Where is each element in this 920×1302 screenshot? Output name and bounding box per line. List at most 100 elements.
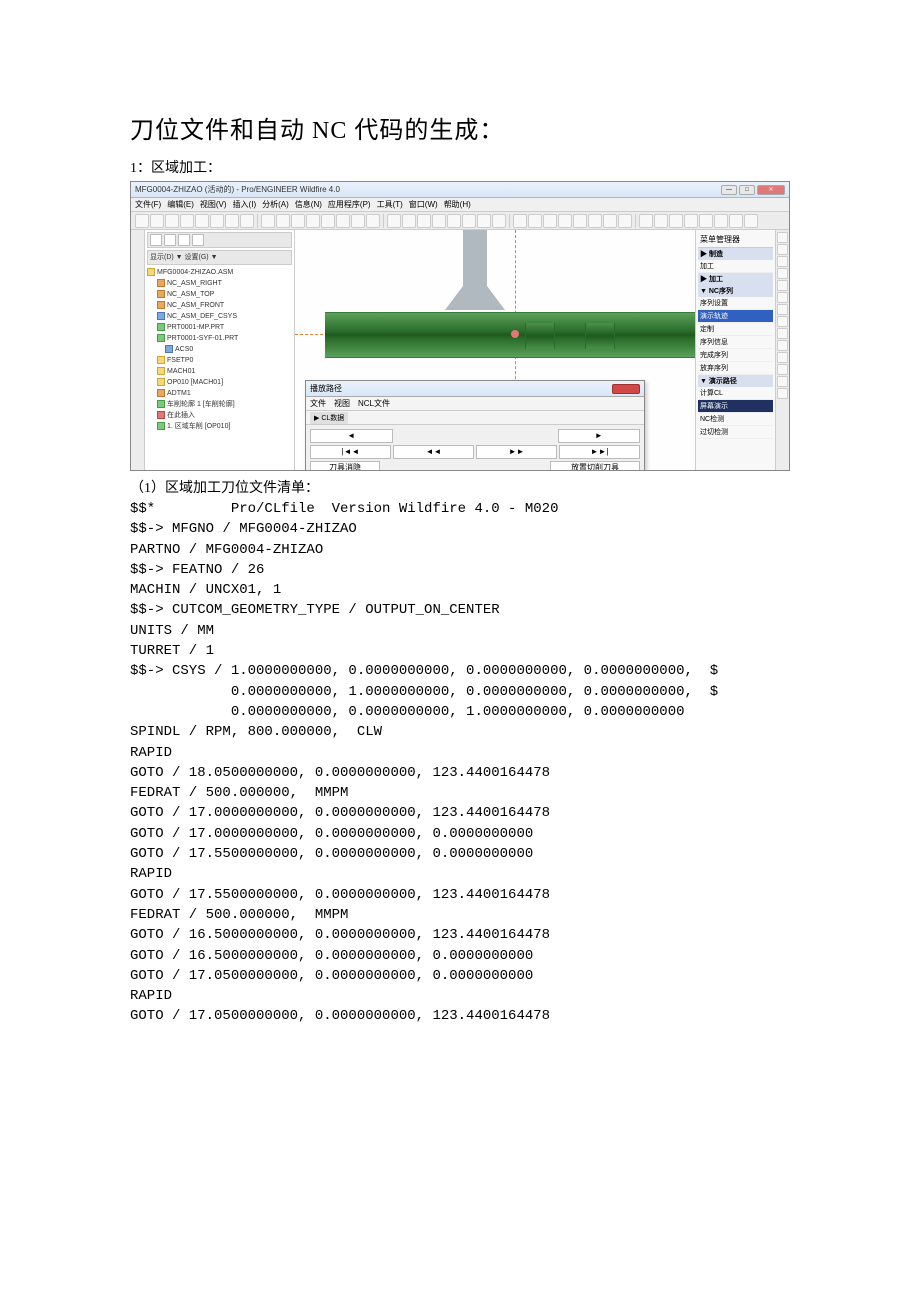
toolbar-button-6[interactable]: [225, 214, 239, 228]
toolbar-button-12[interactable]: [321, 214, 335, 228]
vtool-button-4[interactable]: [777, 280, 788, 291]
toolbar-button-35[interactable]: [684, 214, 698, 228]
vtool-button-13[interactable]: [777, 388, 788, 399]
tree-item-10[interactable]: OP010 [MACH01]: [147, 377, 292, 388]
vtool-button-11[interactable]: [777, 364, 788, 375]
menu-item-9[interactable]: 帮助(H): [444, 199, 471, 210]
toolbar-button-18[interactable]: [417, 214, 431, 228]
vtool-button-3[interactable]: [777, 268, 788, 279]
vtool-button-2[interactable]: [777, 256, 788, 267]
play-end-button[interactable]: ►►|: [559, 445, 640, 459]
toolbar-button-17[interactable]: [402, 214, 416, 228]
toolbar-button-37[interactable]: [714, 214, 728, 228]
tree-item-6[interactable]: PRT0001-SYF-01.PRT: [147, 333, 292, 344]
menu-item-0[interactable]: 文件(F): [135, 199, 161, 210]
toolbar-button-15[interactable]: [366, 214, 380, 228]
graphics-canvas[interactable]: 播放路径 文件 视图 NCL文件 ▶ CL数据 ◄ ►: [295, 230, 695, 470]
toolbar-button-39[interactable]: [744, 214, 758, 228]
toolbar-button-31[interactable]: [618, 214, 632, 228]
toolbar-button-32[interactable]: [639, 214, 653, 228]
tree-item-2[interactable]: NC_ASM_TOP: [147, 289, 292, 300]
menu-manager-item-13[interactable]: NC检测: [698, 413, 773, 426]
tree-btn-3[interactable]: [178, 234, 190, 246]
toolbar-button-21[interactable]: [462, 214, 476, 228]
menu-manager-item-6[interactable]: 定制: [698, 323, 773, 336]
tree-btn-4[interactable]: [192, 234, 204, 246]
vtool-button-1[interactable]: [777, 244, 788, 255]
tree-item-14[interactable]: 1. 区域车削 [OP010]: [147, 421, 292, 432]
tree-item-7[interactable]: ACS0: [147, 344, 292, 355]
toolbar-button-30[interactable]: [603, 214, 617, 228]
tree-item-13[interactable]: 在此插入: [147, 410, 292, 421]
toolbar-button-9[interactable]: [276, 214, 290, 228]
vtool-button-8[interactable]: [777, 328, 788, 339]
vtool-button-10[interactable]: [777, 352, 788, 363]
toolbar-button-28[interactable]: [573, 214, 587, 228]
minimize-button[interactable]: —: [721, 185, 737, 195]
vtool-button-6[interactable]: [777, 304, 788, 315]
tool-hide-button[interactable]: 刀具消隐: [310, 461, 380, 471]
toolbar-button-16[interactable]: [387, 214, 401, 228]
toolbar-button-34[interactable]: [669, 214, 683, 228]
menu-item-1[interactable]: 编辑(E): [167, 199, 194, 210]
tree-item-5[interactable]: PRT0001-MP.PRT: [147, 322, 292, 333]
play-prev-button[interactable]: ◄: [310, 429, 393, 443]
menu-manager-item-14[interactable]: 过切检测: [698, 426, 773, 439]
set-tool-button[interactable]: 放置切削刀具: [550, 461, 640, 471]
tree-item-0[interactable]: MFG0004-ZHIZAO.ASM: [147, 267, 292, 278]
play-rewind-button[interactable]: ◄◄: [393, 445, 474, 459]
menu-item-7[interactable]: 工具(T): [377, 199, 403, 210]
menu-manager-item-9[interactable]: 放弃序列: [698, 362, 773, 375]
menu-manager-item-5[interactable]: 演示轨迹: [698, 310, 773, 323]
menu-manager-item-4[interactable]: 序列设置: [698, 297, 773, 310]
vtool-button-12[interactable]: [777, 376, 788, 387]
toolbar-button-7[interactable]: [240, 214, 254, 228]
toolbar-button-38[interactable]: [729, 214, 743, 228]
close-button[interactable]: ✕: [757, 185, 785, 195]
menu-item-6[interactable]: 应用程序(P): [328, 199, 371, 210]
menu-manager-item-11[interactable]: 计算CL: [698, 387, 773, 400]
tree-item-8[interactable]: FSETP0: [147, 355, 292, 366]
tree-item-4[interactable]: NC_ASM_DEF_CSYS: [147, 311, 292, 322]
menu-manager-item-7[interactable]: 序列信息: [698, 336, 773, 349]
menu-item-3[interactable]: 插入(I): [233, 199, 257, 210]
tree-btn-2[interactable]: [164, 234, 176, 246]
toolbar-button-8[interactable]: [261, 214, 275, 228]
vtool-button-9[interactable]: [777, 340, 788, 351]
toolbar-button-14[interactable]: [351, 214, 365, 228]
play-next-button[interactable]: ►: [558, 429, 641, 443]
vtool-button-0[interactable]: [777, 232, 788, 243]
toolbar-button-5[interactable]: [210, 214, 224, 228]
toolbar-button-4[interactable]: [195, 214, 209, 228]
tree-item-11[interactable]: ADTM1: [147, 388, 292, 399]
maximize-button[interactable]: □: [739, 185, 755, 195]
menu-item-2[interactable]: 视图(V): [200, 199, 227, 210]
toolbar-button-20[interactable]: [447, 214, 461, 228]
play-panel-section[interactable]: ▶ CL数据: [306, 411, 644, 425]
vtool-button-5[interactable]: [777, 292, 788, 303]
tree-item-12[interactable]: 车削轮廓 1 [车削轮廓]: [147, 399, 292, 410]
menu-manager-item-3[interactable]: ▼ NC序列: [698, 285, 773, 297]
toolbar-button-13[interactable]: [336, 214, 350, 228]
play-forward-button[interactable]: ►►: [476, 445, 557, 459]
toolbar-button-10[interactable]: [291, 214, 305, 228]
tree-btn-1[interactable]: [150, 234, 162, 246]
menu-manager-item-10[interactable]: ▼ 演示路径: [698, 375, 773, 387]
play-panel-close-icon[interactable]: [612, 384, 640, 394]
toolbar-button-23[interactable]: [492, 214, 506, 228]
pp-menu-ncl[interactable]: NCL文件: [358, 398, 390, 409]
menu-item-5[interactable]: 信息(N): [295, 199, 322, 210]
menu-manager-item-8[interactable]: 完成序列: [698, 349, 773, 362]
toolbar-button-27[interactable]: [558, 214, 572, 228]
menu-manager-item-0[interactable]: ▶ 制造: [698, 248, 773, 260]
tree-item-3[interactable]: NC_ASM_FRONT: [147, 300, 292, 311]
menu-item-8[interactable]: 窗口(W): [409, 199, 438, 210]
toolbar-button-25[interactable]: [528, 214, 542, 228]
toolbar-button-24[interactable]: [513, 214, 527, 228]
menu-manager-item-12[interactable]: 屏幕演示: [698, 400, 773, 413]
toolbar-button-36[interactable]: [699, 214, 713, 228]
toolbar-button-2[interactable]: [165, 214, 179, 228]
menu-manager-item-1[interactable]: 加工: [698, 260, 773, 273]
toolbar-button-22[interactable]: [477, 214, 491, 228]
toolbar-button-1[interactable]: [150, 214, 164, 228]
